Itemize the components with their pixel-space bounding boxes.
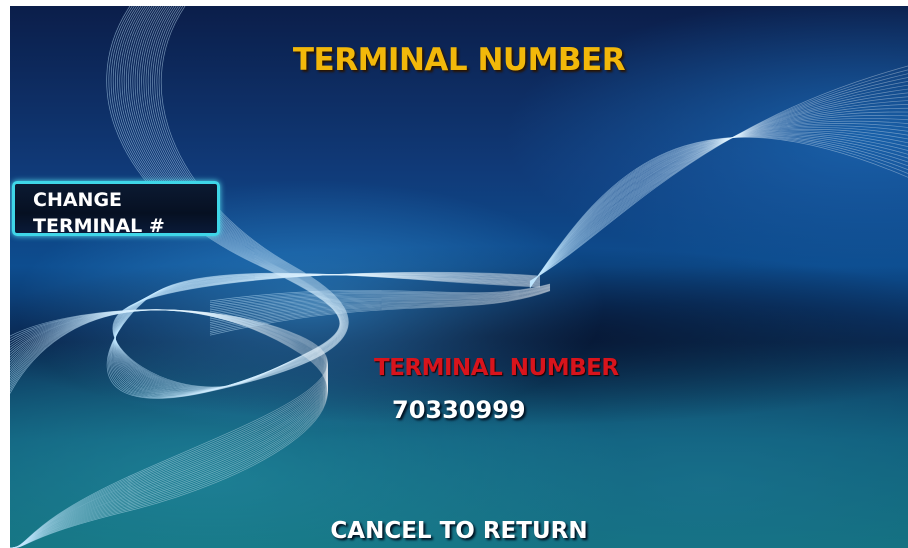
background-wave-graphic (10, 6, 908, 548)
change-terminal-button[interactable]: CHANGE TERMINAL # (12, 181, 220, 237)
cancel-to-return-button[interactable]: CANCEL TO RETURN (10, 518, 908, 544)
change-terminal-label-line1: CHANGE (33, 189, 123, 211)
atm-screen: TERMINAL NUMBER CHANGE TERMINAL # TERMIN… (10, 6, 908, 548)
terminal-number-value: 70330999 (392, 396, 526, 424)
terminal-number-label: TERMINAL NUMBER (374, 355, 619, 381)
change-terminal-label-line2: TERMINAL # (33, 215, 165, 237)
page-title: TERMINAL NUMBER (292, 42, 626, 78)
